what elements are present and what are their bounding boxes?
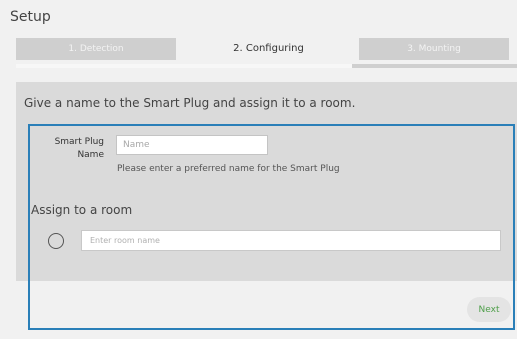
instruction-text: Give a name to the Smart Plug and assign… <box>24 96 356 110</box>
setup-page: Setup 1. Detection 2. Configuring 3. Mou… <box>0 0 517 339</box>
step-mounting: 3. Mounting <box>359 38 509 60</box>
progress-track <box>16 64 517 68</box>
step-configuring: 2. Configuring <box>233 43 304 54</box>
step-indicator: 1. Detection 2. Configuring 3. Mounting <box>16 36 517 68</box>
page-title: Setup <box>10 9 51 25</box>
focus-highlight-frame <box>28 124 515 330</box>
progress-fill <box>16 64 352 68</box>
step-detection: 1. Detection <box>16 38 176 60</box>
